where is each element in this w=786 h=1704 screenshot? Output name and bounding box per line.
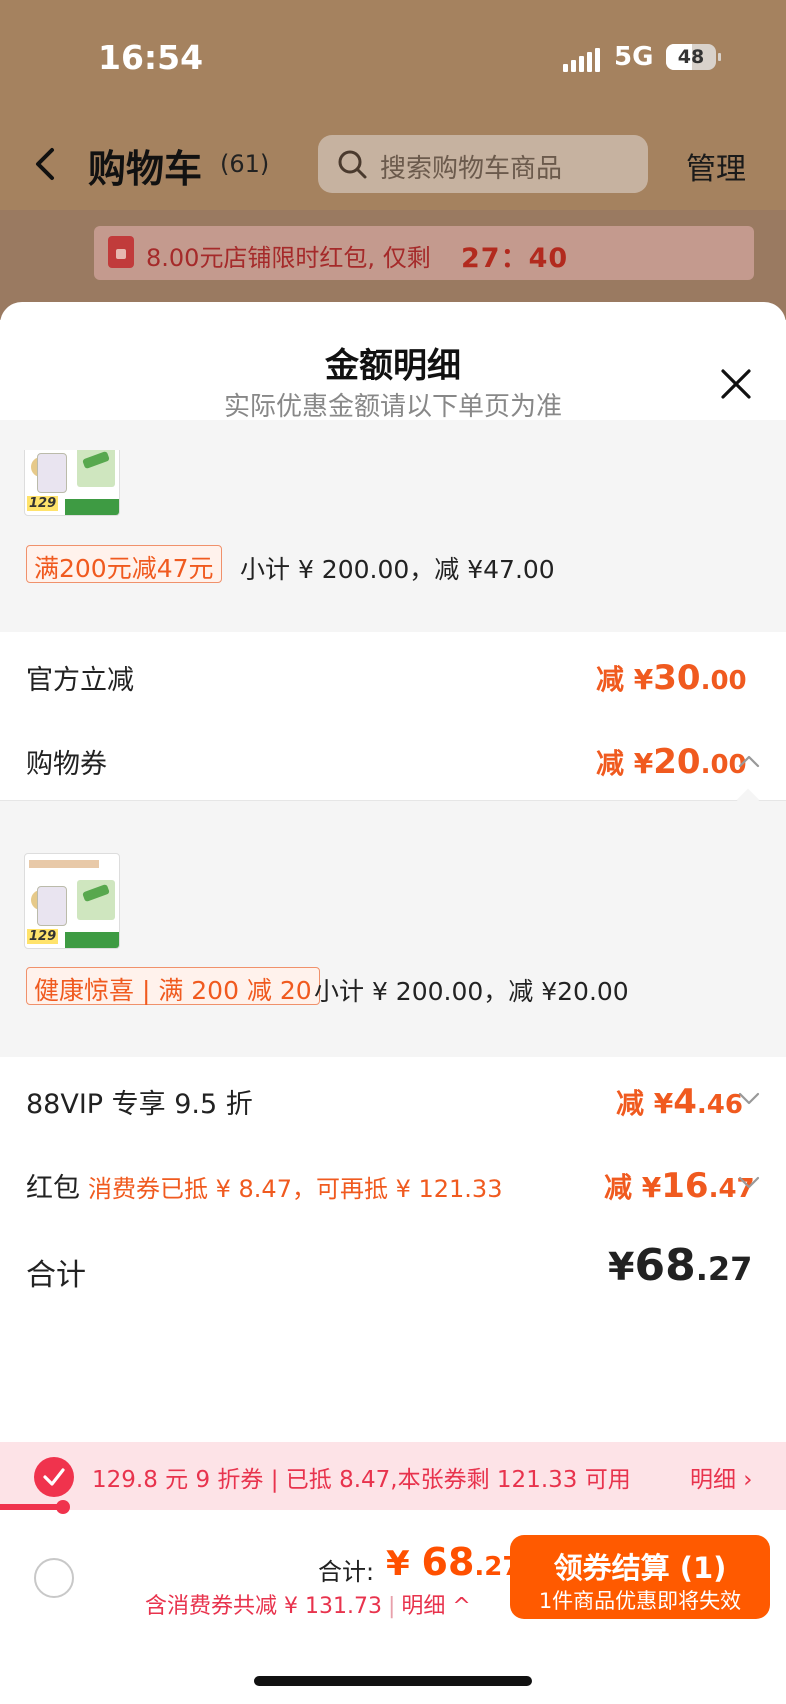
checkout-label: 领券结算 (1) (553, 1551, 727, 1585)
home-indicator (254, 1676, 532, 1686)
nav-bar: 购物车 (61) 搜索购物车商品 管理 (0, 130, 786, 200)
footer-detail-link[interactable]: 明细 ^ (401, 1594, 470, 1619)
checkout-button[interactable]: 领券结算 (1) 1件商品优惠即将失效 (510, 1535, 770, 1619)
coupon-text: 129.8 元 9 折券 | 已抵 8.47,本张券剩 121.33 可用 (92, 1467, 631, 1493)
select-all-checkbox[interactable] (34, 1558, 74, 1598)
sheet-title: 金额明细 (325, 346, 461, 386)
voucher-label: 购物券 (26, 749, 107, 780)
coupon-bar[interactable]: 129.8 元 9 折券 | 已抵 8.47,本张券剩 121.33 可用 明细… (0, 1442, 786, 1510)
scroll-clip (0, 420, 786, 450)
battery-level: 48 (677, 46, 705, 68)
footer-total-label: 合计: (318, 1558, 375, 1586)
promo-tag: 满200元减47元 (26, 545, 222, 583)
discount-group-1: 129 满200元减47元 小计 ¥ 200.00，减 ¥47.00 (0, 420, 786, 632)
network-type: 5G (614, 42, 654, 72)
chevron-down-icon[interactable] (738, 1176, 760, 1190)
vip-discount-value[interactable]: 减 ¥4.46 (616, 1082, 743, 1122)
red-packet-note: 消费券已抵 ¥ 8.47，可再抵 ¥ 121.33 (88, 1175, 503, 1203)
coupon-progress-track (0, 1504, 786, 1510)
thumbnail-price: 129 (27, 496, 59, 511)
cart-count: (61) (220, 150, 270, 178)
coupon-progress-knob (56, 1500, 70, 1514)
vip-discount-label: 88VIP 专享 9.5 折 (26, 1089, 253, 1120)
official-discount-label: 官方立减 (26, 665, 134, 696)
red-packet-label: 红包 (26, 1173, 80, 1204)
status-bar: 16:54 5G 48 (0, 30, 786, 90)
chevron-up-icon[interactable] (738, 754, 760, 768)
back-icon[interactable] (30, 144, 64, 184)
red-packet-icon (108, 236, 134, 268)
promo-tag: 健康惊喜 | 满 200 减 20 (26, 967, 320, 1005)
red-packet-value[interactable]: 减 ¥16.47 (604, 1166, 755, 1206)
separator: | (387, 1594, 396, 1619)
thumbnail-price: 129 (27, 929, 59, 944)
footer-total-amount: ¥ 68.27 (386, 1540, 521, 1584)
sheet-subtitle: 实际优惠金额请以下单页为准 (223, 392, 562, 422)
shop-red-packet-banner[interactable]: 8.00元店铺限时红包, 仅剩 27：40 (94, 226, 754, 280)
manage-button[interactable]: 管理 (686, 144, 746, 188)
coupon-check-icon[interactable] (34, 1457, 74, 1497)
battery-icon: 48 (666, 44, 721, 70)
countdown-timer: 27：40 (461, 243, 569, 274)
search-icon (338, 150, 367, 179)
discount-text: 含消费券共减 ¥ 131.73 (145, 1594, 382, 1619)
footer-discount-line: 含消费券共减 ¥ 131.73 | 明细 ^ (145, 1588, 471, 1620)
product-thumbnail[interactable]: 129 (24, 853, 120, 949)
discount-group-2: 129 健康惊喜 | 满 200 减 20 小计 ¥ 200.00，减 ¥20.… (0, 801, 786, 1057)
close-icon[interactable] (720, 368, 752, 400)
coupon-detail-link[interactable]: 明细 › (690, 1460, 753, 1494)
signal-icon (563, 48, 600, 72)
official-discount-value: 减 ¥30.00 (596, 658, 747, 698)
clock: 16:54 (98, 38, 204, 77)
coupon-progress-fill (0, 1504, 62, 1510)
red-packet-row: 红包 消费券已抵 ¥ 8.47，可再抵 ¥ 121.33 (26, 1166, 502, 1205)
total-value: ¥68.27 (608, 1240, 753, 1291)
search-placeholder: 搜索购物车商品 (380, 154, 563, 184)
group-subtotal: 小计 ¥ 200.00，减 ¥20.00 (314, 977, 629, 1006)
total-label: 合计 (26, 1258, 86, 1293)
chevron-down-icon[interactable] (738, 1092, 760, 1106)
page-title: 购物车 (88, 147, 203, 191)
checkout-subtext: 1件商品优惠即将失效 (538, 1589, 742, 1613)
banner-text: 8.00元店铺限时红包, 仅剩 (146, 244, 431, 272)
group-subtotal: 小计 ¥ 200.00，减 ¥47.00 (240, 555, 555, 584)
voucher-value[interactable]: 减 ¥20.00 (596, 742, 747, 782)
search-input[interactable]: 搜索购物车商品 (318, 135, 648, 193)
